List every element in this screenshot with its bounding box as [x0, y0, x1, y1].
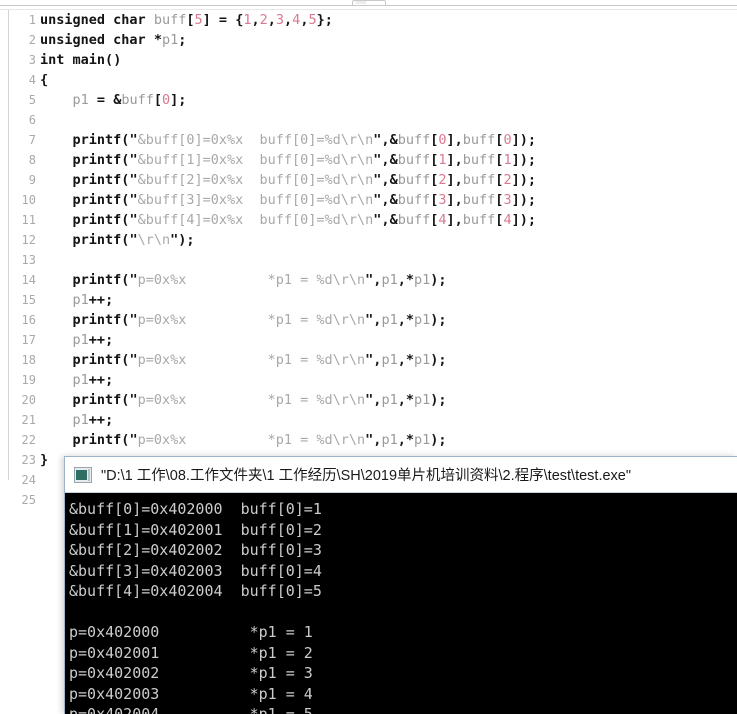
line-number: 1: [28, 13, 36, 27]
code-lines-container[interactable]: 1 unsigned char buff[5] = {1,2,3,4,5}; 2 un…: [0, 10, 737, 510]
code-line-text: unsigned char buff[5] = {1,2,3,4,5};: [40, 12, 333, 28]
console-output-line: p=0x402000 *p1 = 1: [69, 623, 313, 641]
code-line[interactable]: 14 printf("p=0x%x *p1 = %d\r\n",p1,*p1);: [0, 270, 737, 290]
line-number: 21: [21, 413, 36, 427]
code-line[interactable]: 5 p1 = &buff[0];: [0, 90, 737, 110]
line-number: 7: [28, 133, 36, 147]
console-output-line: p=0x402001 *p1 = 2: [69, 643, 313, 662]
code-line[interactable]: 3 int main(): [0, 50, 737, 70]
code-line[interactable]: 10 printf("&buff[3]=0x%x buff[0]=%d\r\n"…: [0, 190, 737, 210]
code-line[interactable]: 1 unsigned char buff[5] = {1,2,3,4,5};: [0, 10, 737, 30]
console-output-line: &buff[0]=0x402000 buff[0]=1: [69, 500, 322, 518]
code-line[interactable]: 17 p1++;: [0, 330, 737, 350]
code-line-text: printf("p=0x%x *p1 = %d\r\n",p1,*p1);: [72, 312, 447, 328]
code-line[interactable]: 22 printf("p=0x%x *p1 = %d\r\n",p1,*p1);: [0, 430, 737, 450]
code-line-text: printf("p=0x%x *p1 = %d\r\n",p1,*p1);: [72, 432, 447, 448]
code-line-text: printf("&buff[0]=0x%x buff[0]=%d\r\n",&b…: [72, 132, 536, 148]
code-line[interactable]: 9 printf("&buff[2]=0x%x buff[0]=%d\r\n",…: [0, 170, 737, 190]
editor-top-divider: [0, 5, 737, 6]
code-line[interactable]: 16 printf("p=0x%x *p1 = %d\r\n",p1,*p1);: [0, 310, 737, 330]
line-number: 24: [21, 473, 36, 487]
code-line-text: printf("&buff[1]=0x%x buff[0]=%d\r\n",&b…: [72, 152, 536, 168]
code-line[interactable]: 12 printf("\r\n");: [0, 230, 737, 250]
line-number: 8: [28, 153, 36, 167]
code-line[interactable]: 19 p1++;: [0, 370, 737, 390]
line-number: 13: [21, 253, 36, 267]
console-output-line: p=0x402003 *p1 = 4: [69, 684, 313, 703]
code-line-text: p1 = &buff[0];: [72, 92, 187, 108]
code-line-text: {: [40, 72, 49, 88]
line-number: 4: [28, 73, 36, 87]
line-number: 15: [21, 293, 36, 307]
code-line-text: p1++;: [72, 372, 114, 388]
code-line[interactable]: 7 printf("&buff[0]=0x%x buff[0]=%d\r\n",…: [0, 130, 737, 150]
line-number: 2: [28, 33, 36, 47]
line-number: 23: [21, 453, 36, 467]
code-line-text: }: [40, 452, 49, 468]
code-line[interactable]: 21 p1++;: [0, 410, 737, 430]
code-line-text: unsigned char *p1;: [40, 32, 187, 48]
code-line-text: int main(): [40, 52, 122, 68]
line-number: 16: [21, 313, 36, 327]
code-line-text: p1++;: [72, 292, 114, 308]
code-line[interactable]: 13: [0, 250, 737, 270]
console-output-area[interactable]: &buff[0]=0x402000 buff[0]=1 &buff[1]=0x40…: [65, 493, 737, 714]
code-line[interactable]: 11 printf("&buff[4]=0x%x buff[0]=%d\r\n"…: [0, 210, 737, 230]
line-number: 14: [21, 273, 36, 287]
line-number: 25: [21, 493, 36, 507]
console-output-line: &buff[3]=0x402003 buff[0]=4: [69, 561, 322, 580]
code-line[interactable]: 18 printf("p=0x%x *p1 = %d\r\n",p1,*p1);: [0, 350, 737, 370]
line-number: 9: [28, 173, 36, 187]
line-number: 6: [28, 113, 36, 127]
code-line[interactable]: 4{: [0, 70, 737, 90]
line-number: 17: [21, 333, 36, 347]
line-number: 11: [21, 213, 36, 227]
line-number: 3: [28, 53, 36, 67]
console-title-text: "D:\1 工作\08.工作文件夹\1 工作经历\SH\2019单片机培训资料\…: [101, 468, 632, 484]
code-line-text: printf("p=0x%x *p1 = %d\r\n",p1,*p1);: [72, 392, 447, 408]
editor-top-tab-notch-inner: [356, 1, 366, 4]
line-number: 22: [21, 433, 36, 447]
console-output-line: &buff[4]=0x402004 buff[0]=5: [69, 582, 322, 600]
code-line-text: printf("&buff[3]=0x%x buff[0]=%d\r\n",&b…: [72, 192, 536, 208]
line-number: 18: [21, 353, 36, 367]
console-window-icon: [74, 466, 92, 483]
code-line[interactable]: 2 unsigned char *p1;: [0, 30, 737, 50]
line-number: 10: [21, 193, 36, 207]
code-line-text: printf("p=0x%x *p1 = %d\r\n",p1,*p1);: [72, 272, 447, 288]
code-line[interactable]: 15 p1++;: [0, 290, 737, 310]
console-output-line: &buff[2]=0x402002 buff[0]=3: [69, 541, 322, 559]
code-line[interactable]: 6: [0, 110, 737, 130]
console-titlebar[interactable]: "D:\1 工作\08.工作文件夹\1 工作经历\SH\2019单片机培训资料\…: [65, 457, 737, 493]
code-line-text: printf("&buff[4]=0x%x buff[0]=%d\r\n",&b…: [72, 212, 536, 228]
code-line-text: p1++;: [72, 412, 114, 428]
console-output-line: p=0x402004 *p1 = 5: [69, 705, 313, 714]
console-output-line: p=0x402002 *p1 = 3: [69, 664, 313, 682]
code-line[interactable]: 8 printf("&buff[1]=0x%x buff[0]=%d\r\n",…: [0, 150, 737, 170]
code-line-text: p1++;: [72, 332, 114, 348]
console-window[interactable]: "D:\1 工作\08.工作文件夹\1 工作经历\SH\2019单片机培训资料\…: [64, 456, 737, 714]
console-output-line: &buff[1]=0x402001 buff[0]=2: [69, 520, 322, 539]
line-number: 19: [21, 373, 36, 387]
line-number: 20: [21, 393, 36, 407]
line-number: 5: [28, 93, 36, 107]
code-line-text: printf("p=0x%x *p1 = %d\r\n",p1,*p1);: [72, 352, 447, 368]
code-line[interactable]: 20 printf("p=0x%x *p1 = %d\r\n",p1,*p1);: [0, 390, 737, 410]
code-line-text: printf("&buff[2]=0x%x buff[0]=%d\r\n",&b…: [72, 172, 536, 188]
line-number: 12: [21, 233, 36, 247]
code-line-text: printf("\r\n");: [72, 232, 195, 248]
